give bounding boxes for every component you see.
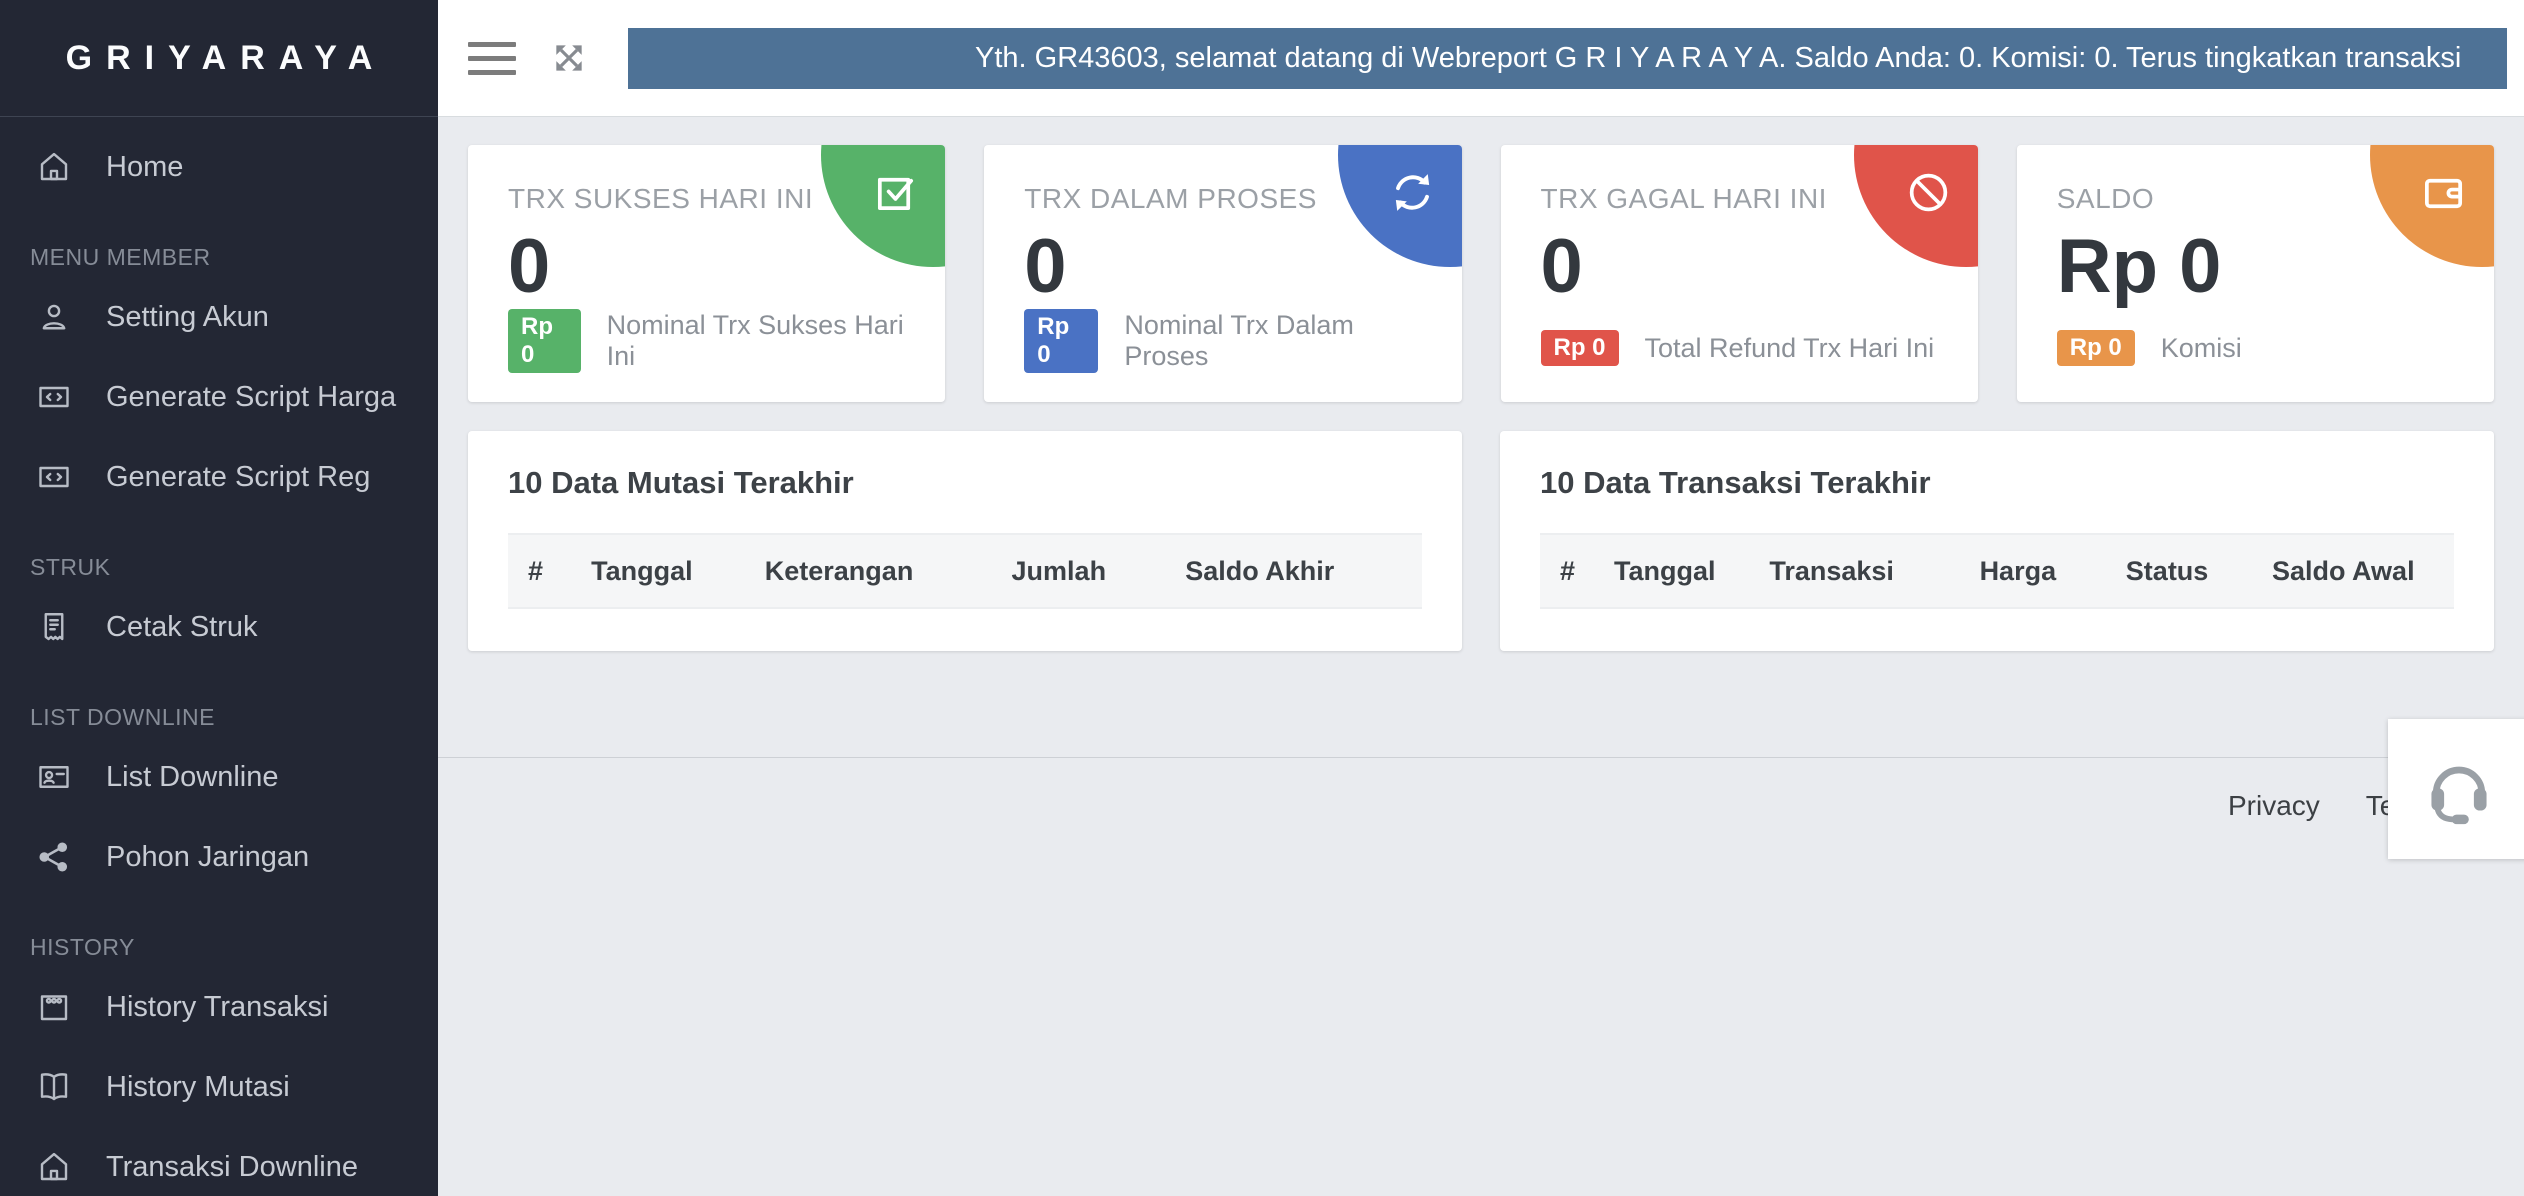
stat-badge: Rp 0 <box>1540 330 1619 366</box>
sidebar-nav: Home MENU MEMBER Setting Akun Generate S… <box>0 117 438 1196</box>
stat-note: Nominal Trx Sukses Hari Ini <box>606 309 904 371</box>
stat-foot: Rp 0 Total Refund Trx Hari Ini <box>1540 330 1938 366</box>
code-box-icon <box>36 379 78 415</box>
sidebar-item-home[interactable]: Home <box>0 127 438 207</box>
column-header: Jumlah <box>1001 533 1176 609</box>
tables-row: 10 Data Mutasi Terakhir # Tanggal Ketera… <box>468 431 2494 651</box>
sidebar: GRIYARAYA Home MENU MEMBER Setting Akun … <box>0 0 438 1196</box>
panel-title: 10 Data Transaksi Terakhir <box>1540 465 1931 500</box>
stat-foot: Rp 0 Nominal Trx Sukses Hari Ini <box>508 308 905 373</box>
stat-value: Rp 0 <box>2056 224 2222 309</box>
stat-value: 0 <box>1540 224 1583 309</box>
headset-icon <box>2431 766 2487 825</box>
sidebar-item-setting-akun[interactable]: Setting Akun <box>0 277 438 357</box>
brand-logo[interactable]: GRIYARAYA <box>0 0 438 117</box>
footer: Privacy Terms <box>468 758 2494 822</box>
receipt-icon <box>36 609 78 645</box>
table-header-row: # Tanggal Keterangan Jumlah Saldo Akhir <box>508 533 1422 609</box>
sidebar-item-generate-script-reg[interactable]: Generate Script Reg <box>0 437 438 517</box>
sidebar-item-label: Cetak Struk <box>106 610 258 643</box>
sidebar-section-history: HISTORY <box>30 934 135 960</box>
stat-card-trx-sukses: TRX SUKSES HARI INI 0 Rp 0 Nominal Trx S… <box>468 145 946 402</box>
open-book-icon <box>36 1069 78 1105</box>
column-header: Harga <box>1969 533 2116 609</box>
column-header: # <box>508 533 582 609</box>
code-box-icon <box>36 459 78 495</box>
sidebar-item-label: List Downline <box>106 760 279 793</box>
sidebar-item-label: History Mutasi <box>106 1070 290 1103</box>
stat-value: 0 <box>508 224 551 309</box>
hamburger-menu-icon[interactable] <box>468 33 516 84</box>
stat-foot: Rp 0 Komisi <box>2056 330 2454 366</box>
stats-row: TRX SUKSES HARI INI 0 Rp 0 Nominal Trx S… <box>468 145 2494 402</box>
notification-banner: Yth. GR43603, selamat datang di Webrepor… <box>628 27 2507 89</box>
column-header: Tanggal <box>581 533 755 609</box>
sidebar-item-generate-script-harga[interactable]: Generate Script Harga <box>0 357 438 437</box>
banner-text: Yth. GR43603, selamat datang di Webrepor… <box>975 41 2462 74</box>
column-header: Saldo Akhir <box>1175 533 1422 609</box>
transaksi-table: # Tanggal Transaksi Harga Status Saldo A… <box>1540 533 2454 609</box>
calendar-icon <box>36 989 78 1025</box>
contact-card-icon <box>36 759 78 795</box>
sidebar-item-label: History Transaksi <box>106 990 329 1023</box>
panel-data-mutasi: 10 Data Mutasi Terakhir # Tanggal Ketera… <box>468 431 1462 651</box>
sidebar-section-list-downline: LIST DOWNLINE <box>30 704 215 730</box>
column-header: Transaksi <box>1759 533 1970 609</box>
column-header: Saldo Awal <box>2262 533 2454 609</box>
privacy-link[interactable]: Privacy <box>2228 790 2320 822</box>
stat-card-trx-dalam-proses: TRX DALAM PROSES 0 Rp 0 Nominal Trx Dala… <box>984 145 1462 402</box>
sidebar-item-label: Home <box>106 150 184 183</box>
topbar: Yth. GR43603, selamat datang di Webrepor… <box>438 0 2524 117</box>
home-icon <box>36 1149 78 1185</box>
wallet-icon <box>2421 169 2468 216</box>
stat-badge: Rp 0 <box>1024 308 1099 373</box>
panel-title: 10 Data Mutasi Terakhir <box>508 465 854 500</box>
stat-card-trx-gagal: TRX GAGAL HARI INI 0 Rp 0 Total Refund T… <box>1500 145 1978 402</box>
support-widget[interactable] <box>2388 719 2524 859</box>
column-header: # <box>1540 533 1604 609</box>
sidebar-item-cetak-struk[interactable]: Cetak Struk <box>0 587 438 667</box>
sidebar-item-label: Generate Script Reg <box>106 460 371 493</box>
stat-foot: Rp 0 Nominal Trx Dalam Proses <box>1024 308 1421 373</box>
sidebar-item-label: Setting Akun <box>106 300 269 333</box>
stat-card-saldo: SALDO Rp 0 Rp 0 Komisi <box>2016 145 2494 402</box>
user-icon <box>36 299 78 335</box>
sidebar-item-history-mutasi[interactable]: History Mutasi <box>0 1047 438 1127</box>
panel-data-transaksi: 10 Data Transaksi Terakhir # Tanggal Tra… <box>1500 431 2494 651</box>
sidebar-section-struk: STRUK <box>30 554 111 580</box>
sidebar-item-pohon-jaringan[interactable]: Pohon Jaringan <box>0 817 438 897</box>
repeat-icon <box>1389 169 1436 216</box>
sidebar-item-history-transaksi[interactable]: History Transaksi <box>0 967 438 1047</box>
stat-note: Nominal Trx Dalam Proses <box>1124 309 1354 371</box>
table-header-row: # Tanggal Transaksi Harga Status Saldo A… <box>1540 533 2454 609</box>
stat-badge: Rp 0 <box>508 308 581 373</box>
stat-badge: Rp 0 <box>2056 330 2135 366</box>
stat-note: Total Refund Trx Hari Ini <box>1644 332 1935 363</box>
sidebar-item-label: Generate Script Harga <box>106 380 397 413</box>
stat-value: 0 <box>1024 224 1067 309</box>
sidebar-item-transaksi-downline[interactable]: Transaksi Downline <box>0 1127 438 1196</box>
sidebar-item-list-downline[interactable]: List Downline <box>0 737 438 817</box>
stat-note: Komisi <box>2160 332 2242 363</box>
sidebar-section-menu-member: MENU MEMBER <box>30 244 211 270</box>
share-nodes-icon <box>36 839 78 875</box>
check-square-icon <box>872 169 919 216</box>
column-header: Keterangan <box>754 533 1002 609</box>
main-content: TRX SUKSES HARI INI 0 Rp 0 Nominal Trx S… <box>438 117 2524 1196</box>
column-header: Status <box>2115 533 2263 609</box>
mutasi-table: # Tanggal Keterangan Jumlah Saldo Akhir <box>508 533 1422 609</box>
ban-icon <box>1905 169 1952 216</box>
column-header: Tanggal <box>1603 533 1760 609</box>
home-icon <box>36 149 78 185</box>
fullscreen-icon[interactable] <box>550 39 588 77</box>
sidebar-item-label: Pohon Jaringan <box>106 840 310 873</box>
sidebar-item-label: Transaksi Downline <box>106 1150 358 1183</box>
